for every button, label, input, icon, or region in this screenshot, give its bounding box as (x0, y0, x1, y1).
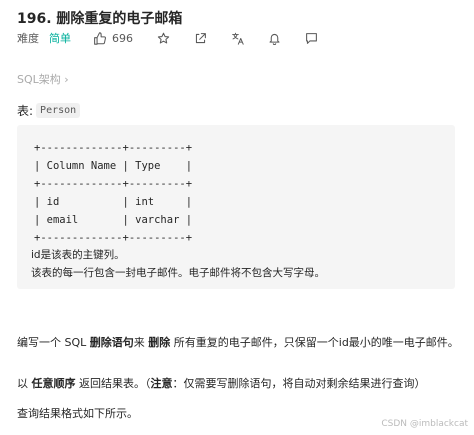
text-run: ：仅需要写删除语句，将自动对剩余结果进行查询） (172, 377, 426, 390)
difficulty-label: 难度 (17, 32, 39, 45)
text-run: 编写一个 SQL (17, 336, 90, 349)
bell-icon (269, 33, 280, 45)
schema-line: | email | varchar | (34, 214, 193, 226)
text-run-bold: 删除 (148, 336, 171, 349)
schema-table-text: +-------------+---------+ | Column Name … (34, 139, 192, 247)
like-count: 696 (112, 31, 133, 45)
text-run: 所有重复的电子邮件，只保留一个id最小的唯一电子邮件。 (170, 336, 459, 349)
text-run-bold: 注意 (150, 377, 173, 390)
schema-line: +-------------+---------+ (34, 178, 193, 190)
share-button[interactable] (194, 32, 207, 45)
text-run: 返回结果表。（ (75, 377, 151, 390)
breadcrumb[interactable]: SQL架构 › (17, 71, 69, 87)
share-icon (195, 32, 206, 43)
schema-note-rows: 该表的每一行包含一封电子邮件。电子邮件将不包含大写字母。 (31, 267, 325, 279)
feedback-button[interactable] (305, 32, 318, 45)
description-paragraph-1: 编写一个 SQL 删除语句来 删除 所有重复的电子邮件，只保留一个id最小的唯一… (17, 334, 459, 350)
schema-line: +-------------+---------+ (34, 232, 193, 244)
thumbs-up-icon (94, 31, 106, 45)
table-intro: 表: Person (17, 102, 81, 119)
like-button[interactable]: 696 (93, 32, 133, 45)
description-paragraph-3: 查询结果格式如下所示。 (17, 407, 138, 420)
feedback-icon (306, 32, 317, 44)
schema-line: +-------------+---------+ (34, 142, 193, 154)
subscribe-button[interactable] (268, 32, 281, 45)
text-run-bold: 任意顺序 (31, 377, 76, 390)
problem-title: 196. 删除重复的电子邮箱 (17, 11, 183, 27)
schema-line: | id | int | (34, 196, 193, 208)
difficulty-badge: 简单 (49, 32, 71, 45)
star-icon (157, 32, 170, 43)
problem-meta-bar: 难度 简单 696 (17, 30, 342, 46)
schema-note-primary-key: id是该表的主键列。 (31, 249, 125, 261)
favorite-button[interactable] (157, 32, 170, 45)
translate-icon (232, 32, 244, 45)
description-paragraph-2: 以 任意顺序 返回结果表。（注意：仅需要写删除语句，将自动对剩余结果进行查询） (17, 375, 426, 391)
text-run: 来 (133, 336, 149, 349)
table-name-code: Person (36, 103, 81, 118)
text-run: 以 (17, 377, 32, 390)
schema-block: +-------------+---------+ | Column Name … (17, 125, 455, 289)
schema-line: | Column Name | Type | (34, 160, 193, 172)
table-label: 表: (17, 104, 34, 118)
watermark: CSDN @imblackcat (381, 419, 468, 429)
translate-button[interactable] (231, 32, 244, 45)
text-run-bold: 删除语句 (89, 336, 134, 349)
